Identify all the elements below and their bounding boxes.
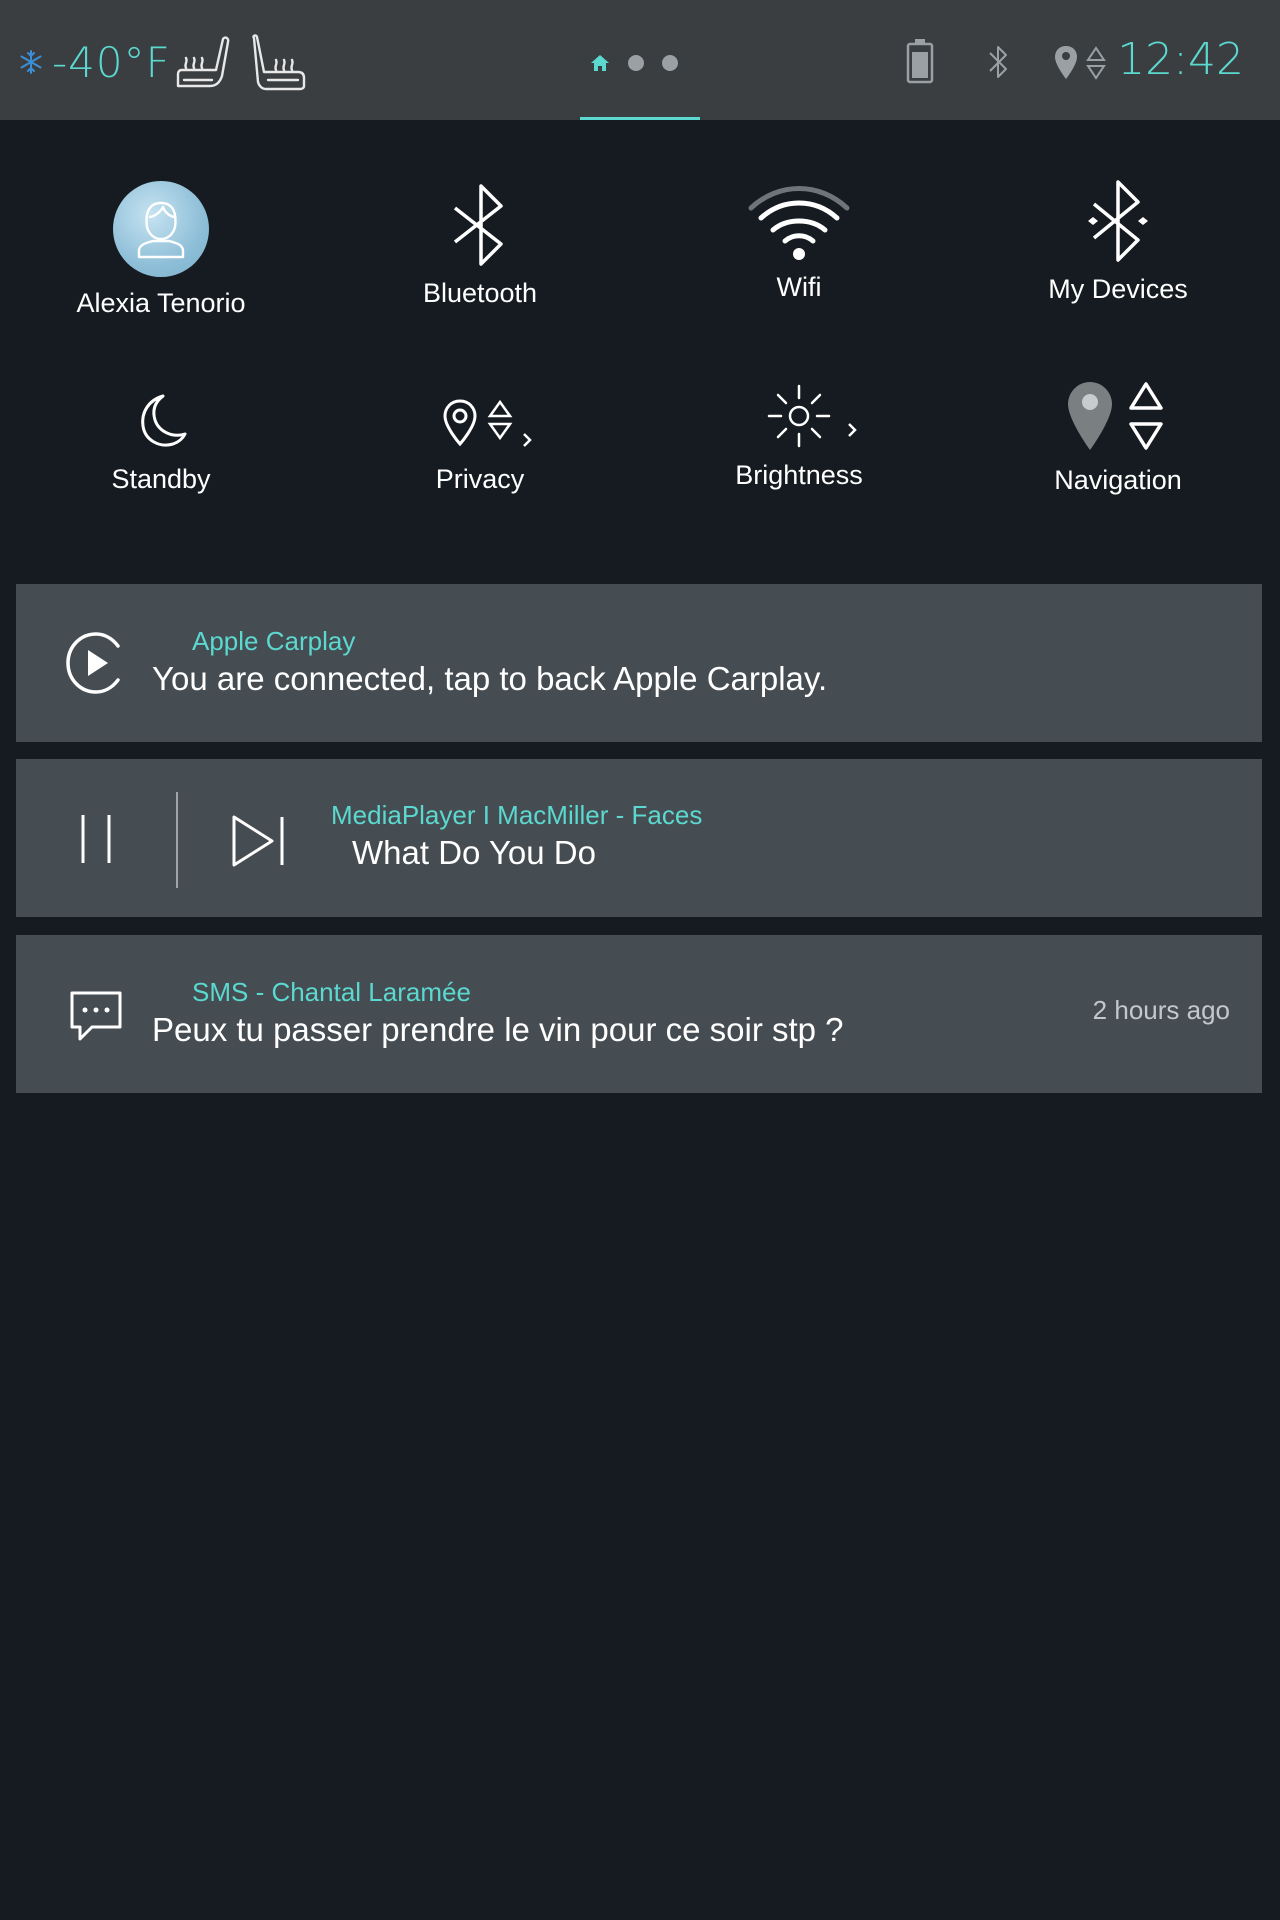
standby-tile[interactable]: Standby [31,0,291,500]
page-dot-2[interactable] [628,55,644,71]
pause-icon[interactable] [76,811,116,867]
privacy-location-icon [443,399,532,447]
moon-icon [141,394,187,447]
privacy-tile[interactable]: Privacy [350,0,610,500]
carplay-title: Apple Carplay [192,626,356,656]
media-divider [176,792,178,888]
carplay-body: You are connected, tap to back Apple Car… [152,660,828,697]
sms-timestamp: 2 hours ago [1092,995,1230,1025]
play-circle-icon[interactable] [66,632,126,694]
carplay-notification[interactable]: Apple Carplay You are connected, tap to … [16,584,1262,742]
sms-notification[interactable]: SMS - Chantal Laramée Peux tu passer pre… [16,935,1262,1093]
media-track: What Do You Do [352,834,596,871]
sms-message: Peux tu passer prendre le vin pour ce so… [152,1011,844,1048]
brightness-icon [767,384,857,448]
skip-next-icon[interactable] [228,813,288,869]
media-title: MediaPlayer I MacMiller - Faces [331,800,703,830]
navigation-icon [1068,382,1163,450]
standby-label: Standby [111,464,211,494]
message-icon [70,991,122,1041]
brightness-tile[interactable]: Brightness [669,0,929,500]
brightness-label: Brightness [735,460,863,490]
media-notification[interactable]: MediaPlayer I MacMiller - Faces What Do … [16,759,1262,917]
navigation-label: Navigation [1054,465,1182,495]
privacy-label: Privacy [435,464,525,494]
sms-sender: SMS - Chantal Laramée [192,977,471,1007]
navigation-tile[interactable]: Navigation [988,0,1248,500]
